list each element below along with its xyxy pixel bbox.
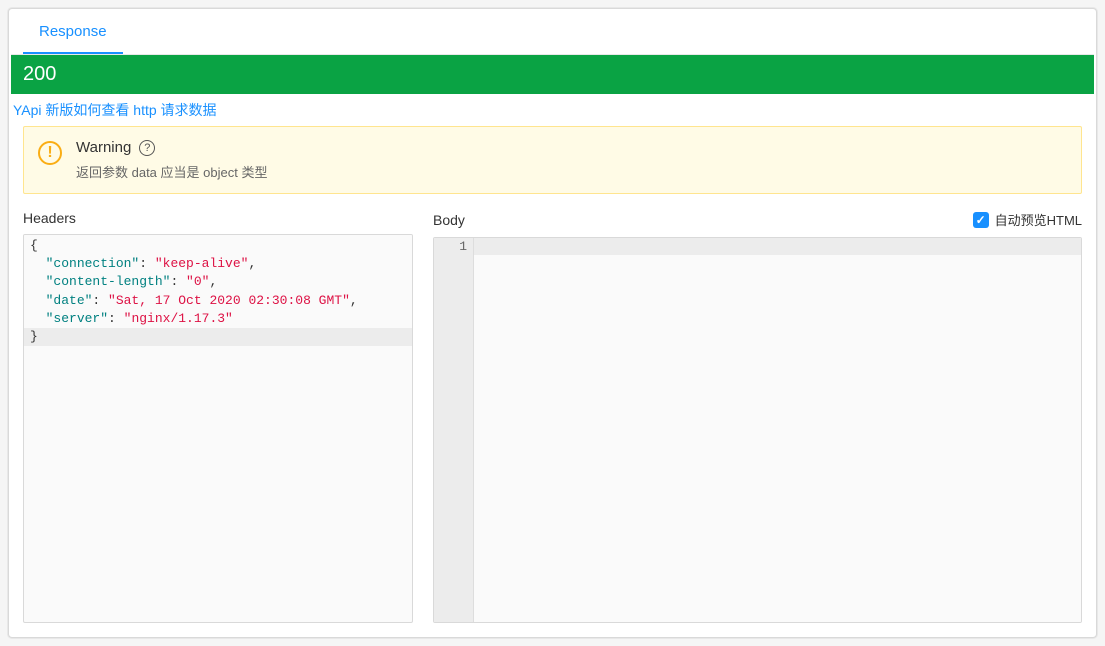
body-editor-container[interactable]: 1 (433, 237, 1082, 623)
warning-alert: ! Warning ? 返回参数 data 应当是 object 类型 (23, 126, 1082, 194)
headers-title: Headers (23, 206, 413, 234)
tab-response[interactable]: Response (23, 11, 123, 54)
http-status-bar: 200 (11, 55, 1094, 94)
body-panel: Body ✓ 自动预览HTML 1 (433, 206, 1082, 623)
response-panel-frame: Response 200 YApi 新版如何查看 http 请求数据 ! War… (8, 8, 1097, 638)
warning-title: Warning (76, 139, 131, 156)
editor-content (474, 238, 1081, 622)
editor-current-line (474, 238, 1081, 255)
auto-preview-toggle[interactable]: ✓ 自动预览HTML (973, 210, 1082, 229)
headers-title-text: Headers (23, 210, 76, 226)
checkbox-icon: ✓ (973, 212, 989, 228)
headers-panel: Headers { "connection": "keep-alive", "c… (23, 206, 413, 623)
auto-preview-label: 自动预览HTML (995, 210, 1082, 229)
headers-body[interactable]: { "connection": "keep-alive", "content-l… (23, 234, 413, 623)
help-link-row: YApi 新版如何查看 http 请求数据 (11, 94, 1094, 122)
line-gutter: 1 (434, 238, 474, 622)
tabs-bar: Response (11, 11, 1094, 55)
warning-icon: ! (38, 141, 62, 165)
panels-row: Headers { "connection": "keep-alive", "c… (11, 202, 1094, 635)
warning-title-row: Warning ? (76, 139, 1067, 156)
headers-json: { "connection": "keep-alive", "content-l… (24, 235, 412, 348)
body-title-text: Body (433, 212, 465, 228)
response-panel: Response 200 YApi 新版如何查看 http 请求数据 ! War… (11, 11, 1094, 635)
warning-description: 返回参数 data 应当是 object 类型 (76, 162, 1067, 181)
body-header: Body ✓ 自动预览HTML (433, 206, 1082, 237)
body-editor: 1 (434, 238, 1081, 622)
help-link[interactable]: YApi 新版如何查看 http 请求数据 (13, 102, 217, 118)
question-icon[interactable]: ? (139, 140, 155, 156)
warning-content: Warning ? 返回参数 data 应当是 object 类型 (76, 139, 1067, 181)
